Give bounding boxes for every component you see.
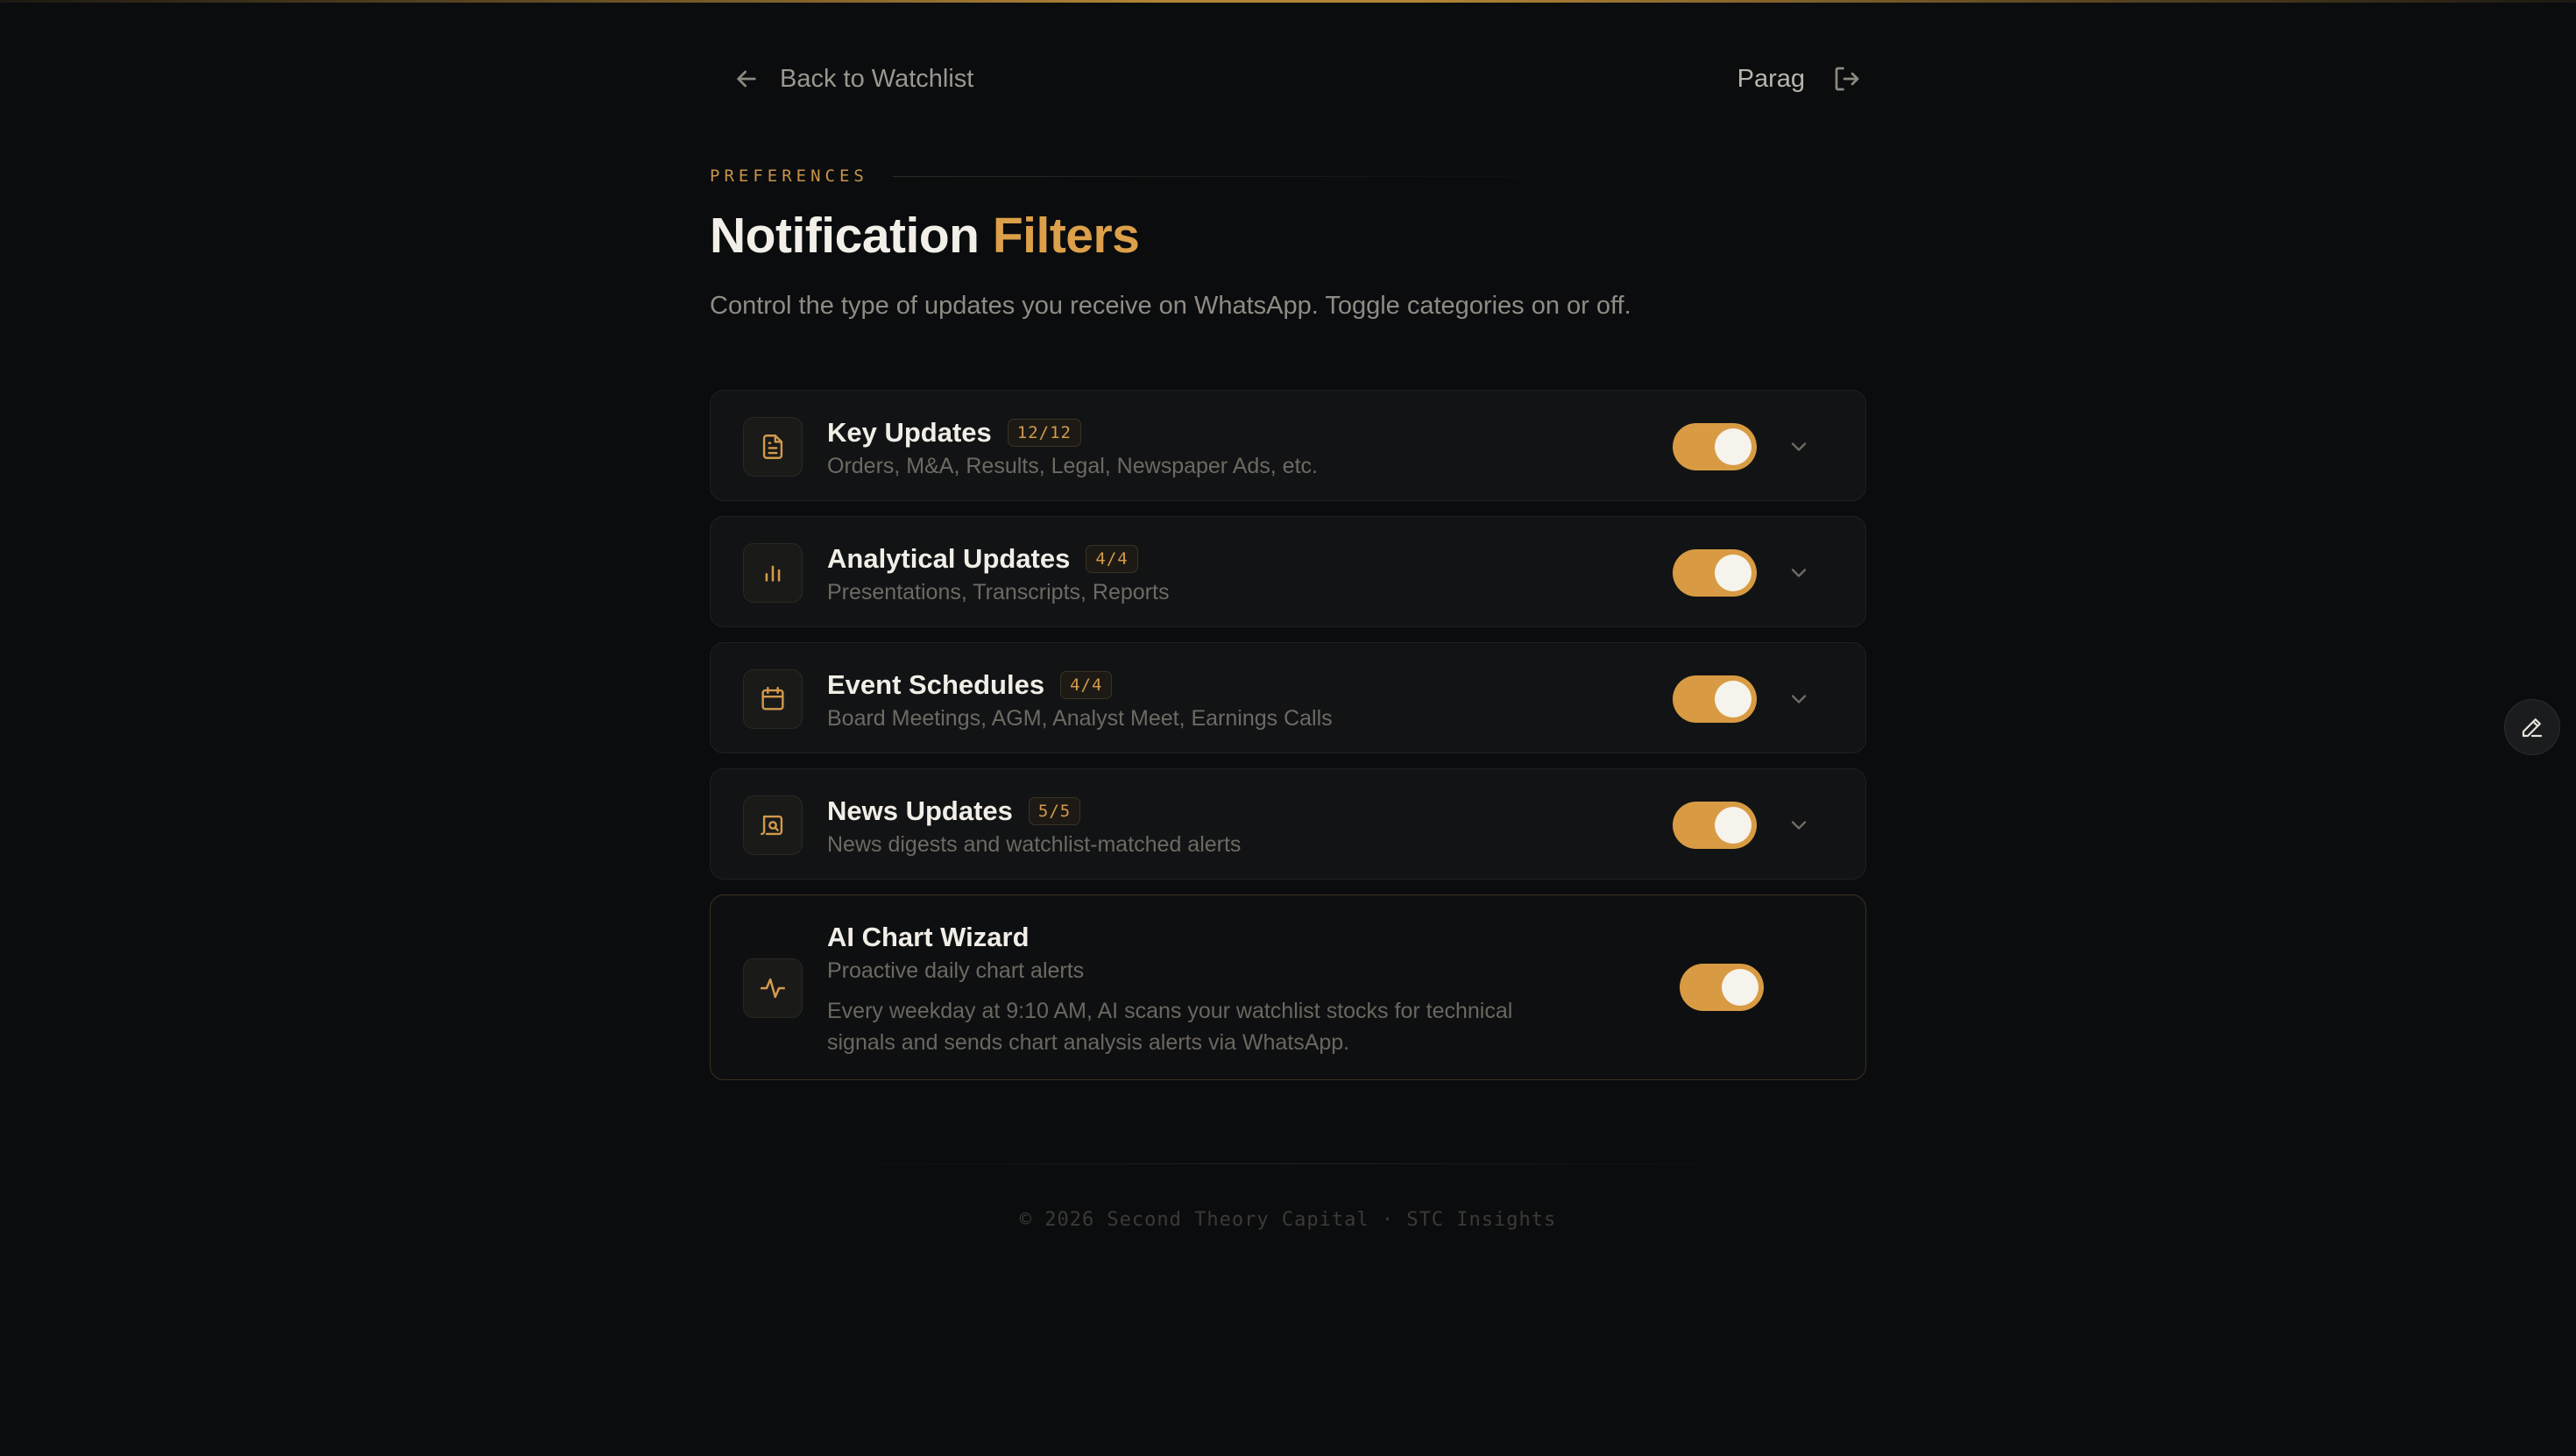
category-card-event-schedules: Event Schedules 4/4 Board Meetings, AGM,… [710,642,1866,753]
chevron-down-icon [1791,569,1807,577]
category-name-row: Analytical Updates 4/4 [827,543,1138,575]
news-updates-toggle[interactable] [1673,802,1757,849]
category-description: Board Meetings, AGM, Analyst Meet, Earni… [827,706,1333,731]
event-schedules-expand-button[interactable] [1783,683,1815,715]
arrow-left-icon [737,70,756,88]
category-list: Key Updates 12/12 Orders, M&A, Results, … [710,390,1866,1095]
category-name: Analytical Updates [827,543,1071,574]
category-count-badge: 4/4 [1060,671,1113,699]
document-icon [762,435,783,459]
title-main: Notification [710,208,980,264]
header: Back to Watchlist Parag [710,51,1866,107]
chevron-down-icon [1791,695,1807,703]
footer-copyright: © 2026 Second Theory Capital · STC Insig… [1019,1209,1557,1231]
back-label: Back to Watchlist [780,64,974,93]
ai-chart-wizard-toggle[interactable] [1680,964,1764,1011]
page-subtitle: Control the type of updates you receive … [710,292,1631,320]
newspaper-icon [761,815,783,836]
category-count-badge: 4/4 [1086,545,1138,573]
eyebrow-label: PREFERENCES [710,166,868,186]
wizard-description: Proactive daily chart alerts [827,958,1085,983]
bar-chart-icon [765,565,781,582]
category-icon-box [743,958,803,1018]
activity-icon [760,978,786,999]
chevron-down-icon [1791,821,1807,830]
key-updates-expand-button[interactable] [1783,431,1815,463]
calendar-icon [761,687,784,710]
logout-icon [1835,67,1859,91]
category-icon-box [743,669,803,729]
chevron-down-icon [1791,442,1807,451]
category-icon-box [743,795,803,855]
toggle-knob [1722,969,1759,1006]
category-description: Orders, M&A, Results, Legal, Newspaper A… [827,454,1318,478]
category-count-badge: 5/5 [1028,797,1081,825]
category-description: News digests and watchlist-matched alert… [827,832,1242,857]
analytical-updates-toggle[interactable] [1673,549,1757,597]
category-icon-box [743,543,803,603]
user-area: Parag [1737,51,1866,107]
toggle-knob [1715,807,1752,844]
user-name: Parag [1737,64,1805,93]
ai-chart-wizard-card: AI Chart Wizard Proactive daily chart al… [710,894,1866,1080]
logout-button[interactable] [1828,60,1866,98]
section-eyebrow: PREFERENCES [710,166,1585,186]
category-name-row: Key Updates 12/12 [827,417,1081,449]
wizard-name-row: AI Chart Wizard [827,922,1030,953]
category-name-row: News Updates 5/5 [827,795,1081,827]
wizard-name: AI Chart Wizard [827,922,1030,952]
top-accent-line [0,0,2576,3]
eyebrow-divider [892,175,1585,177]
category-count-badge: 12/12 [1007,419,1081,447]
wizard-details: Every weekday at 9:10 AM, AI scans your … [827,999,1513,1055]
category-card-analytical-updates: Analytical Updates 4/4 Presentations, Tr… [710,516,1866,627]
category-description: Presentations, Transcripts, Reports [827,580,1170,604]
category-name-row: Event Schedules 4/4 [827,669,1113,701]
back-to-watchlist-link[interactable]: Back to Watchlist [732,51,973,107]
analytical-updates-expand-button[interactable] [1783,557,1815,589]
category-icon-box [743,417,803,477]
title-accent: Filters [992,208,1140,264]
toggle-knob [1715,555,1752,591]
toggle-knob [1715,428,1752,465]
footer-divider [806,1163,1770,1164]
category-name: Key Updates [827,417,992,448]
category-name: News Updates [827,795,1013,826]
toggle-knob [1715,681,1752,717]
news-updates-expand-button[interactable] [1783,809,1815,841]
category-name: Event Schedules [827,669,1045,700]
category-card-key-updates: Key Updates 12/12 Orders, M&A, Results, … [710,390,1866,501]
category-card-news-updates: News Updates 5/5 News digests and watchl… [710,768,1866,880]
edit-floating-button[interactable] [2504,699,2560,755]
key-updates-toggle[interactable] [1673,423,1757,470]
event-schedules-toggle[interactable] [1673,675,1757,723]
pencil-icon [2522,718,2543,738]
page-title: Notification Filters [710,207,1140,265]
